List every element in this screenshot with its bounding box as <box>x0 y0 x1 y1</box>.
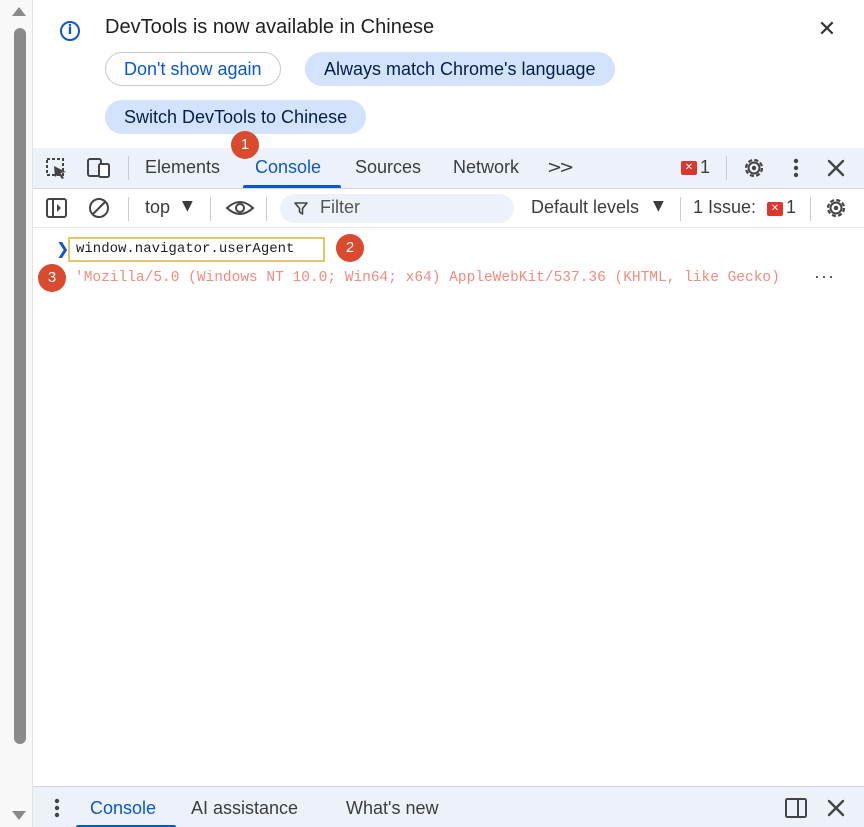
divider <box>266 197 267 221</box>
active-tab-indicator <box>243 185 341 188</box>
tab-sources[interactable]: Sources <box>355 157 421 178</box>
expand-ellipsis-icon[interactable]: ··· <box>814 266 835 287</box>
annotation-badge-2: 2 <box>336 234 364 262</box>
divider <box>210 197 211 221</box>
divider <box>128 156 129 180</box>
drawer-tab-whats-new[interactable]: What's new <box>346 798 438 819</box>
match-language-button[interactable]: Always match Chrome's language <box>305 52 615 86</box>
vertical-scrollbar[interactable] <box>0 0 33 827</box>
drawer-menu-icon[interactable] <box>47 797 67 819</box>
console-result-text[interactable]: 'Mozilla/5.0 (Windows NT 10.0; Win64; x6… <box>75 270 780 286</box>
close-drawer-icon[interactable] <box>824 796 848 820</box>
bottom-drawer: Console AI assistance What's new <box>33 786 864 827</box>
language-infobar: i DevTools is now available in Chinese ✕… <box>33 0 864 148</box>
settings-gear-icon[interactable] <box>741 156 767 180</box>
divider <box>810 197 811 221</box>
error-icon[interactable]: ✕ <box>681 161 697 175</box>
console-input-entry[interactable]: window.navigator.userAgent <box>68 237 325 262</box>
switch-to-chinese-button[interactable]: Switch DevTools to Chinese <box>105 100 367 134</box>
divider <box>726 156 727 180</box>
issue-error-icon[interactable]: ✕ <box>767 202 783 216</box>
more-options-icon[interactable] <box>783 156 809 180</box>
divider <box>128 197 129 221</box>
levels-dropdown-icon[interactable]: ▼ <box>653 198 664 214</box>
filter-funnel-icon <box>294 202 308 215</box>
log-levels-dropdown[interactable]: Default levels <box>531 197 639 218</box>
error-count[interactable]: 1 <box>700 157 710 178</box>
context-selector[interactable]: top <box>145 197 170 218</box>
console-settings-gear-icon[interactable] <box>823 196 849 220</box>
more-tabs-icon[interactable]: >> <box>547 157 574 178</box>
issues-label[interactable]: 1 Issue: <box>693 197 756 218</box>
divider <box>680 197 681 221</box>
drawer-tab-ai-assistance[interactable]: AI assistance <box>191 798 298 819</box>
annotation-badge-1: 1 <box>231 131 259 159</box>
scroll-thumb[interactable] <box>14 28 26 744</box>
close-infobar-icon[interactable]: ✕ <box>815 18 839 42</box>
dont-show-again-button[interactable]: Don't show again <box>105 52 281 86</box>
tab-elements[interactable]: Elements <box>145 157 220 178</box>
infobar-title: DevTools is now available in Chinese <box>105 16 435 38</box>
close-devtools-icon[interactable] <box>823 156 849 180</box>
console-output-area[interactable]: ❯ window.navigator.userAgent 'Mozilla/5.… <box>33 228 864 786</box>
console-toolbar: top ▼ Filter Default levels ▼ 1 Issue: ✕… <box>33 189 864 228</box>
devtools-tabbar: Elements Console Sources Network >> ✕ 1 <box>33 148 864 189</box>
live-expression-eye-icon[interactable] <box>225 196 255 220</box>
drawer-tab-console[interactable]: Console <box>90 798 156 819</box>
info-icon: i <box>60 21 80 41</box>
tab-console[interactable]: Console <box>255 157 321 178</box>
dock-side-icon[interactable] <box>784 796 808 820</box>
annotation-badge-3: 3 <box>38 264 66 292</box>
inspect-element-icon[interactable] <box>44 156 70 180</box>
tab-network[interactable]: Network <box>453 157 519 178</box>
clear-console-icon[interactable] <box>86 196 112 220</box>
filter-input[interactable]: Filter <box>280 194 514 223</box>
device-toolbar-icon[interactable] <box>86 156 112 180</box>
scroll-up-arrow-icon[interactable] <box>12 7 26 16</box>
sidebar-toggle-icon[interactable] <box>44 196 70 220</box>
scroll-down-arrow-icon[interactable] <box>12 811 26 820</box>
filter-placeholder: Filter <box>320 197 360 217</box>
issues-count[interactable]: 1 <box>786 197 796 218</box>
context-dropdown-icon[interactable]: ▼ <box>182 198 193 214</box>
